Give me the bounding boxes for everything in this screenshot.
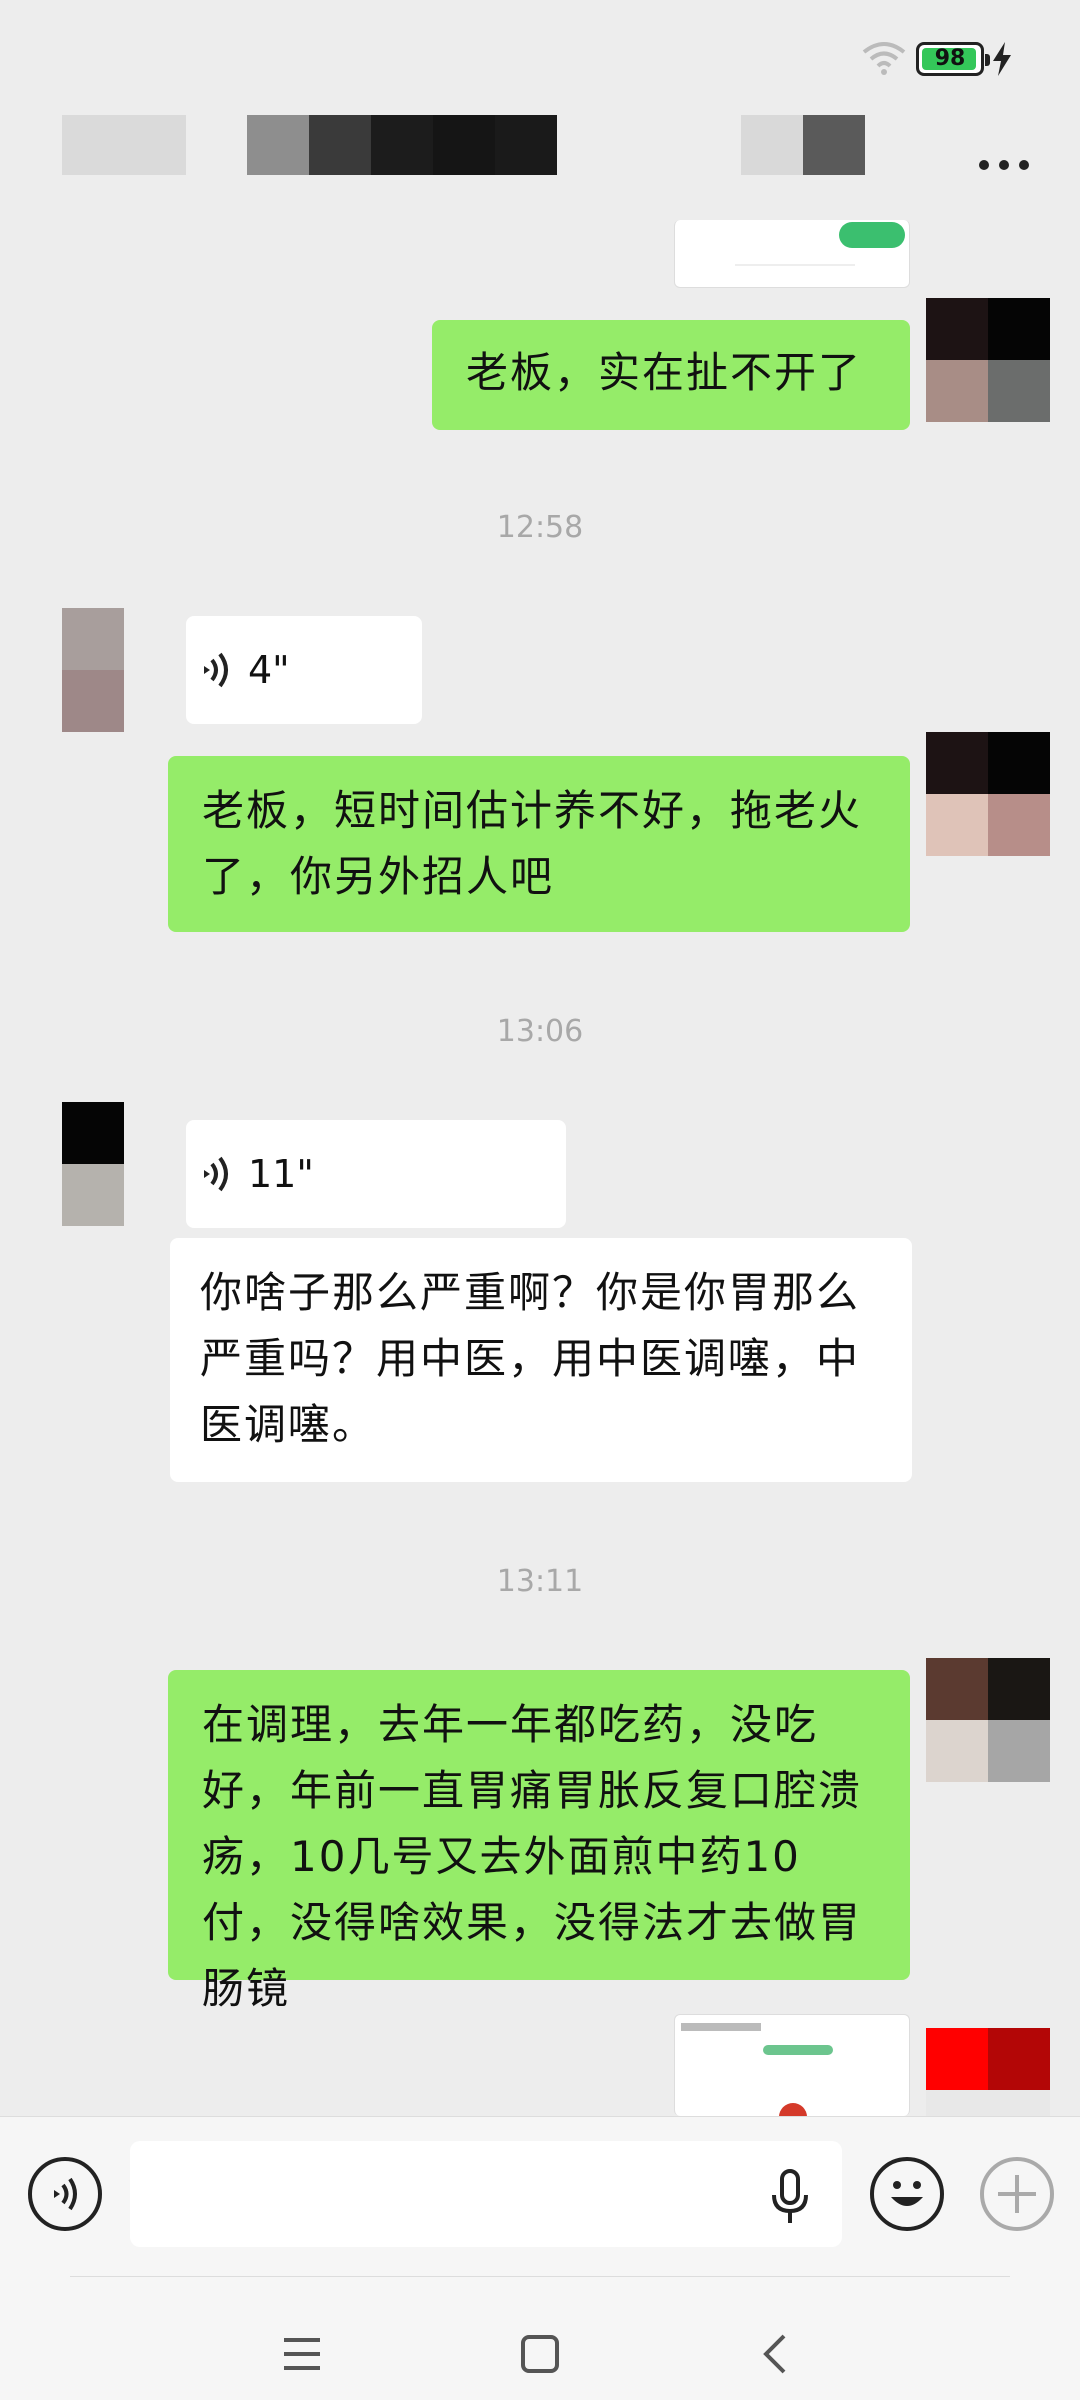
self-avatar[interactable] [926,1658,1050,1782]
voice-duration: 4" [248,648,290,692]
voice-input-button[interactable] [28,2157,102,2231]
input-bar [0,2116,1080,2276]
self-avatar[interactable] [926,2028,1050,2116]
home-icon[interactable] [520,2334,560,2374]
voice-icon [204,1156,228,1192]
status-bar: 98 [0,0,1080,110]
self-avatar[interactable] [926,298,1050,422]
more-icon[interactable] [974,150,1034,180]
voice-icon [204,652,228,688]
plus-icon [998,2175,1036,2213]
voice-icon [54,2177,77,2211]
battery-icon: 98 [916,42,990,76]
back-icon[interactable] [756,2334,796,2374]
contact-avatar[interactable] [62,608,124,732]
menu-icon[interactable] [282,2334,322,2374]
timestamp: 13:06 [496,1014,584,1049]
timestamp: 13:11 [496,1564,584,1599]
voice-message[interactable]: 4" [186,616,422,724]
self-avatar[interactable] [926,732,1050,856]
message-bubble[interactable]: 老板，实在扯不开了 [432,320,910,430]
chat-header [0,110,1080,220]
screenshot-thumbnail[interactable] [674,220,910,288]
wifi-icon [862,42,906,75]
microphone-icon[interactable] [770,2169,810,2225]
battery-level: 98 [934,46,966,71]
timestamp: 12:58 [496,510,584,545]
charging-icon [993,42,1011,76]
emoji-icon [891,2181,923,2206]
chat-title-blurred [247,115,557,175]
message-input[interactable] [130,2141,842,2247]
back-area-blurred[interactable] [62,115,186,175]
voice-duration: 11" [248,1152,314,1196]
system-nav-bar [0,2276,1080,2400]
contact-avatar[interactable] [62,1102,124,1226]
screenshot-thumbnail[interactable] [674,2014,910,2116]
voice-message[interactable]: 11" [186,1120,566,1228]
plus-button[interactable] [980,2157,1054,2231]
message-bubble[interactable]: 老板，短时间估计养不好，拖老火了，你另外招人吧 [168,756,910,932]
message-bubble[interactable]: 你啥子那么严重啊？你是你胃那么严重吗？用中医，用中医调噻，中医调噻。 [170,1238,912,1482]
message-bubble[interactable]: 在调理，去年一年都吃药，没吃好，年前一直胃痛胃胀反复口腔溃疡，10几号又去外面煎… [168,1670,910,2013]
emoji-button[interactable] [870,2157,944,2231]
chat-subtitle-blurred [741,115,865,175]
